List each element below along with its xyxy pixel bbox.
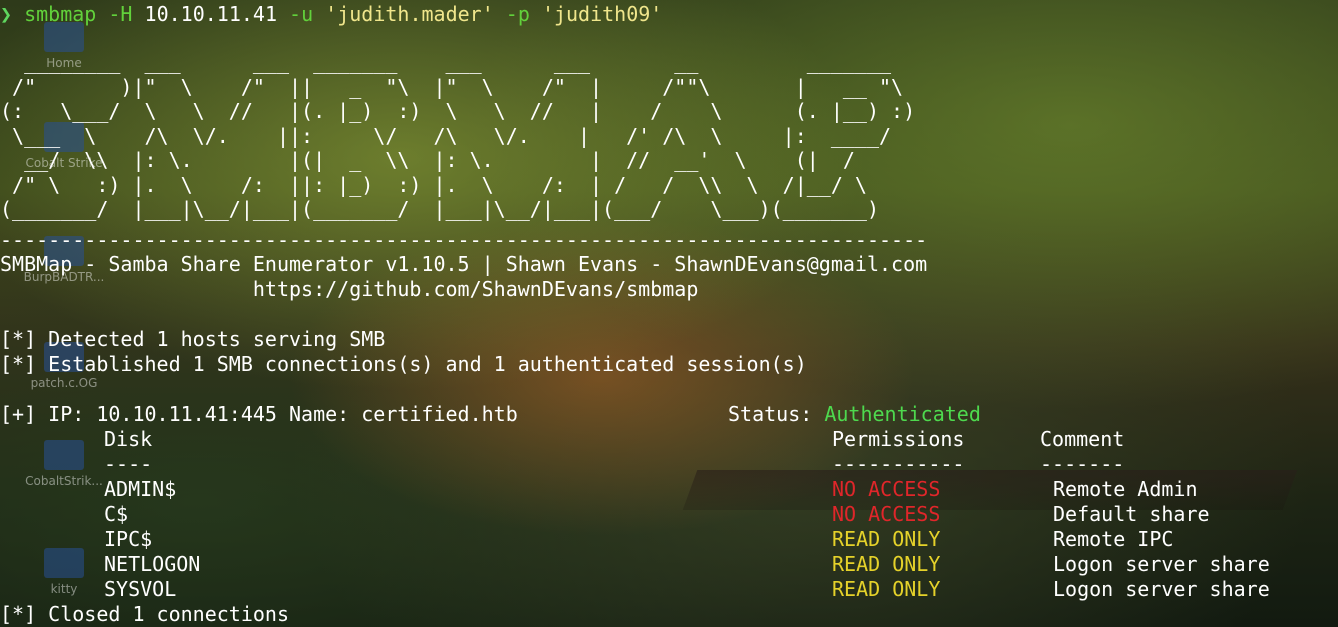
command-host: 10.10.11.41 <box>144 2 277 26</box>
ip-text: [+] IP: 10.10.11.41:445 Name: certified.… <box>0 402 518 426</box>
command-line[interactable]: ❯ smbmap -H 10.10.11.41 -u 'judith.mader… <box>0 2 662 27</box>
status-value: Authenticated <box>824 402 981 426</box>
share-disk: SYSVOL <box>104 577 177 601</box>
share-disk: C$ <box>104 502 129 526</box>
banner-line: (: \___/ \ \ // |(. |_) :) \ \ // | / \ … <box>0 99 916 123</box>
banner-line: /" )|" \ /" || _ "\ |" \ /" | /""\ | __ … <box>0 74 904 99</box>
closed-line: [*] Closed 1 connections <box>0 602 289 626</box>
header-comment: Comment <box>1040 427 1125 451</box>
detected-line: [*] Detected 1 hosts serving SMB <box>0 327 386 351</box>
banner-line: ________ ___ ___ _______ ___ ___ __ ____… <box>0 50 892 74</box>
banner-line: \___ \ /\ \/. ||: \/ /\ \/. | /' /\ \ |:… <box>0 123 892 148</box>
command-flag-user: -u <box>289 2 314 26</box>
prompt-arrow-icon: ❯ <box>0 2 13 26</box>
established-line: [*] Established 1 SMB connections(s) and… <box>0 352 807 376</box>
ascii-banner: ________ ___ ___ _______ ___ ___ __ ____… <box>0 50 915 222</box>
banner-title: SMBMap - Samba Share Enumerator v1.10.5 … <box>0 252 928 276</box>
banner-line: __/ \\ |: \. |(| _ \\ |: \. | // __' \ (… <box>0 148 855 172</box>
command-user: 'judith.mader' <box>325 2 494 26</box>
header-permissions-underline: ----------- <box>832 452 965 476</box>
share-permission: NO ACCESS <box>832 477 941 501</box>
header-disk: Disk <box>104 427 153 451</box>
share-permission: READ ONLY <box>832 527 941 551</box>
command-flag-pass: -p <box>505 2 530 26</box>
ip-line: [+] IP: 10.10.11.41:445 Name: certified.… <box>0 402 518 427</box>
status-label: Status: <box>728 402 813 426</box>
header-disk-underline: ---- <box>104 452 153 476</box>
share-comment: Logon server share <box>1053 552 1270 576</box>
command-flag-host: -H <box>108 2 133 26</box>
share-permission: NO ACCESS <box>832 502 941 526</box>
share-disk: IPC$ <box>104 527 153 551</box>
banner-line: /" \ :) |. \ /: ||: |_) :) |. \ /: | / /… <box>0 172 867 197</box>
command-name: smbmap <box>24 2 97 26</box>
header-comment-underline: ------- <box>1040 452 1125 476</box>
share-comment: Remote Admin <box>1053 477 1198 501</box>
banner-separator: ----------------------------------------… <box>0 228 928 252</box>
share-permission: READ ONLY <box>832 552 941 576</box>
share-comment: Default share <box>1053 502 1210 526</box>
command-password: 'judith09' <box>541 2 663 26</box>
status-line: Status: Authenticated <box>728 402 981 427</box>
share-disk: ADMIN$ <box>104 477 177 501</box>
banner-line: (_______/ |___|\__/|___|(_______/ |___|\… <box>0 197 879 221</box>
share-comment: Logon server share <box>1053 577 1270 601</box>
share-comment: Remote IPC <box>1053 527 1174 551</box>
share-permission: READ ONLY <box>832 577 941 601</box>
share-disk: NETLOGON <box>104 552 201 576</box>
terminal-window[interactable]: ❯ smbmap -H 10.10.11.41 -u 'judith.mader… <box>0 0 1338 627</box>
header-permissions: Permissions <box>832 427 965 451</box>
banner-url: https://github.com/ShawnDEvans/smbmap <box>0 277 699 301</box>
